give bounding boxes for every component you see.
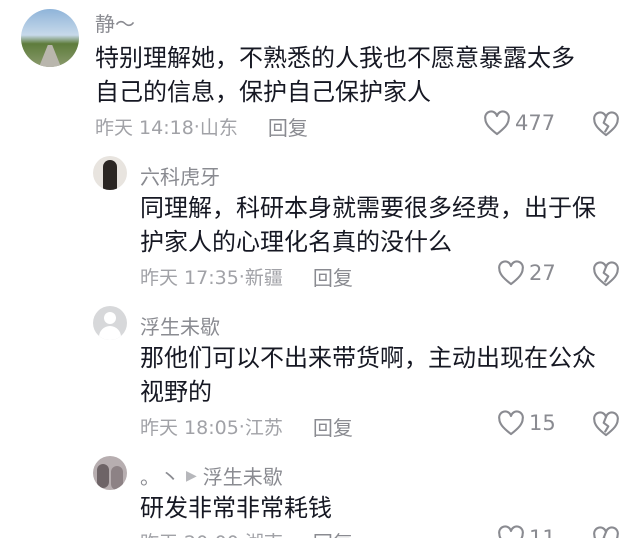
avatar[interactable] xyxy=(21,9,79,67)
avatar[interactable] xyxy=(93,456,127,490)
comment-text-line: 那他们可以不出来带货啊，主动出现在公众 xyxy=(140,344,596,372)
triangle-right-icon: ▶ xyxy=(186,467,197,484)
broken-heart-icon[interactable] xyxy=(592,526,620,538)
reply-button[interactable]: 回复 xyxy=(313,262,353,291)
avatar[interactable] xyxy=(93,306,127,340)
comment-username: 。丶 ▶ 浮生未歇 xyxy=(140,461,283,490)
comment-text-line: 特别理解她，不熟悉的人我也不愿意暴露太多 xyxy=(95,44,575,72)
comment-text: 那他们可以不出来带货啊，主动出现在公众 视野的 xyxy=(140,341,630,409)
comment-text: 特别理解她，不熟悉的人我也不愿意暴露太多 自己的信息，保护自己保护家人 xyxy=(95,41,625,109)
like-button[interactable]: 15 xyxy=(497,410,556,436)
like-count: 477 xyxy=(515,111,556,135)
comment-time: 昨天 20:00 xyxy=(140,528,239,538)
comment-item: 静～ 特别理解她，不熟悉的人我也不愿意暴露太多 自己的信息，保护自己保护家人 昨… xyxy=(0,0,640,150)
comment-time: 昨天 17:35 xyxy=(140,267,239,289)
comment-location: 新疆 xyxy=(244,267,283,289)
comment-username[interactable]: 静～ xyxy=(95,8,135,37)
like-count: 15 xyxy=(529,411,556,435)
comment-location: 湖南 xyxy=(245,528,283,538)
reply-item: 。丶 ▶ 浮生未歇 研发非常非常耗钱 昨天 20:00 · 湖南 回复 11 xyxy=(0,450,640,538)
comment-meta: 昨天 20:00 · 湖南 回复 xyxy=(140,527,353,538)
comment-time: 昨天 18:05 xyxy=(140,417,239,439)
broken-heart-icon[interactable] xyxy=(592,261,620,287)
comment-text-line: 研发非常非常耗钱 xyxy=(140,494,332,522)
avatar-road xyxy=(39,45,61,67)
heart-outline-icon xyxy=(498,410,524,436)
comment-text-line: 护家人的心理化名真的没什么 xyxy=(140,228,452,256)
comment-meta: 昨天 17:35 · 新疆 回复 xyxy=(140,262,353,291)
comment-text-line: 同理解，科研本身就需要很多经费，出于保 xyxy=(140,194,596,222)
avatar-head xyxy=(104,312,116,324)
comment-meta: 昨天 18:05 · 江苏 回复 xyxy=(140,412,353,441)
comment-username[interactable]: 六科虎牙 xyxy=(140,161,220,190)
comment-meta: 昨天 14:18 · 山东 回复 xyxy=(95,112,308,141)
reply-to-user[interactable]: 浮生未歇 xyxy=(203,461,283,490)
heart-outline-icon xyxy=(484,110,510,136)
like-button[interactable]: 27 xyxy=(497,260,556,286)
comment-location: 江苏 xyxy=(244,417,283,439)
reply-button[interactable]: 回复 xyxy=(268,112,308,141)
comment-text: 研发非常非常耗钱 xyxy=(140,491,630,525)
like-button[interactable]: 11 xyxy=(497,525,556,538)
avatar[interactable] xyxy=(93,156,127,190)
comment-location: 山东 xyxy=(199,117,238,139)
comment-text-line: 视野的 xyxy=(140,378,212,406)
broken-heart-icon[interactable] xyxy=(592,411,620,437)
comment-time: 昨天 14:18 xyxy=(95,117,194,139)
like-count: 11 xyxy=(529,526,556,538)
like-count: 27 xyxy=(529,261,556,285)
avatar-body xyxy=(99,326,121,340)
reply-item: 六科虎牙 同理解，科研本身就需要很多经费，出于保 护家人的心理化名真的没什么 昨… xyxy=(0,150,640,300)
comment-username[interactable]: 浮生未歇 xyxy=(140,311,220,340)
comment-text-line: 自己的信息，保护自己保护家人 xyxy=(95,78,431,106)
comment-text: 同理解，科研本身就需要很多经费，出于保 护家人的心理化名真的没什么 xyxy=(140,191,630,259)
reply-button[interactable]: 回复 xyxy=(313,412,353,441)
reply-item: 浮生未歇 那他们可以不出来带货啊，主动出现在公众 视野的 昨天 18:05 · … xyxy=(0,300,640,450)
avatar-figure xyxy=(111,466,123,490)
heart-outline-icon xyxy=(498,260,524,286)
avatar-figure xyxy=(97,464,109,488)
like-button[interactable]: 477 xyxy=(483,110,555,136)
broken-heart-icon[interactable] xyxy=(592,111,620,137)
reply-button[interactable]: 回复 xyxy=(313,527,353,538)
avatar-figure xyxy=(103,160,117,190)
reply-author[interactable]: 。丶 xyxy=(140,461,180,490)
heart-outline-icon xyxy=(498,525,524,538)
